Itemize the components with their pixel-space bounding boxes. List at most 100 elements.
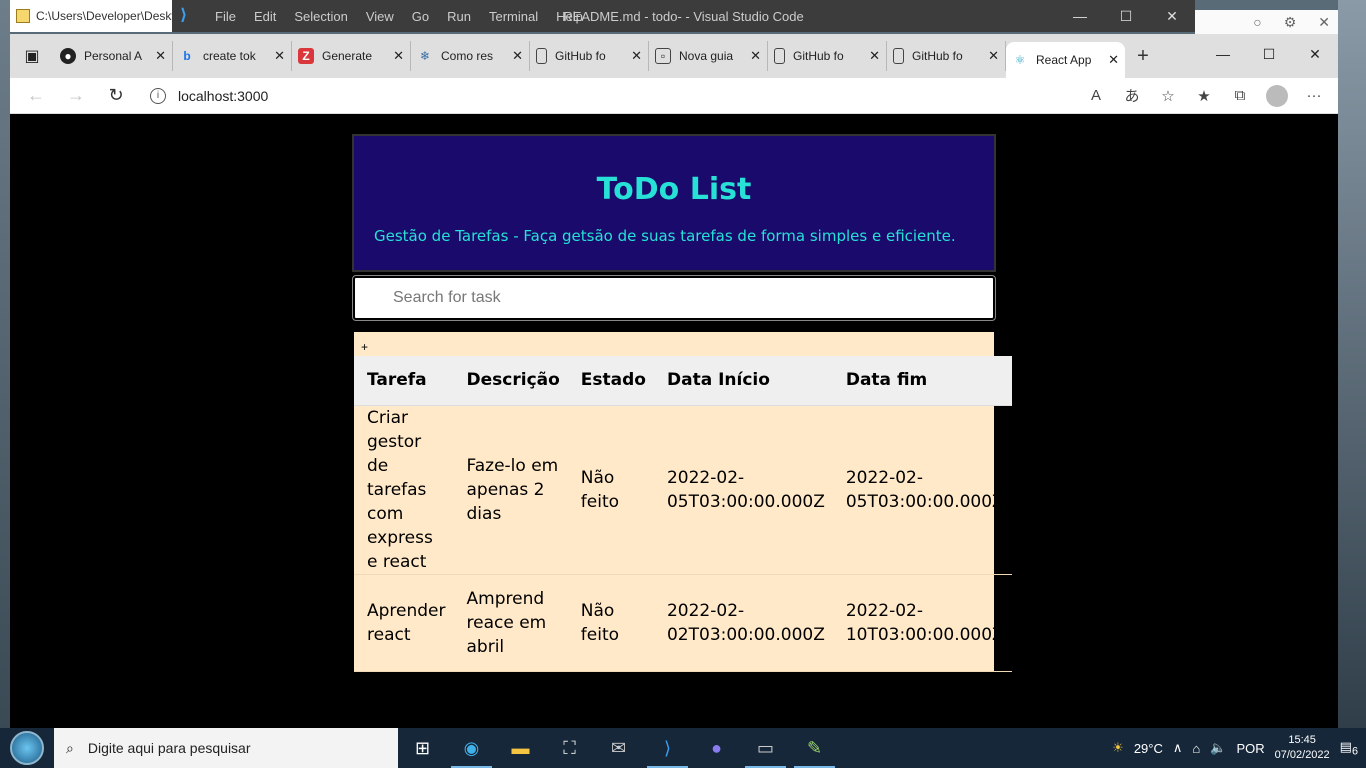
tab-label: GitHub fo <box>912 49 963 63</box>
page-subtitle: Gestão de Tarefas - Faça getsão de suas … <box>374 227 956 245</box>
more-options-icon[interactable]: ··· <box>1296 87 1332 104</box>
tab-close-icon[interactable]: ✕ <box>393 48 404 64</box>
clock[interactable]: 15:45 07/02/2022 <box>1275 733 1330 763</box>
close-icon[interactable]: ✕ <box>1318 14 1330 31</box>
tab-close-icon[interactable]: ✕ <box>988 48 999 64</box>
column-header-tarefa: Tarefa <box>354 356 454 406</box>
vscode-menu-selection[interactable]: Selection <box>285 9 356 24</box>
table-header-row: Tarefa Descrição Estado Data Início Data… <box>354 356 1012 406</box>
favorites-icon[interactable]: ★ <box>1186 87 1222 105</box>
column-header-data-fim: Data fim <box>832 356 1012 406</box>
back-arrow-icon[interactable]: ← <box>16 85 56 106</box>
tab-label: GitHub fo <box>555 49 606 63</box>
table-row[interactable]: Criar gestor de tarefas com express e re… <box>354 405 1012 575</box>
close-icon[interactable]: ✕ <box>1292 34 1338 74</box>
table-row[interactable]: Aprender react Amprend reace em abril Nã… <box>354 574 1012 672</box>
clock-date: 07/02/2022 <box>1274 749 1330 761</box>
vscode-menu-run[interactable]: Run <box>438 9 480 24</box>
collections-icon[interactable]: ⧉ <box>1222 87 1258 104</box>
tab-github-1[interactable]: GitHub fo ✕ <box>530 41 649 71</box>
language-indicator[interactable]: POR <box>1236 741 1264 756</box>
search-icon[interactable]: ○ <box>1253 14 1261 30</box>
read-aloud-icon[interactable]: A <box>1078 87 1114 104</box>
clock-time: 15:45 <box>1288 734 1316 746</box>
task-view-icon[interactable]: ⊞ <box>398 728 447 768</box>
refresh-icon[interactable]: ↻ <box>96 85 136 106</box>
vscode-menu-file[interactable]: File <box>206 9 245 24</box>
url-input[interactable]: i localhost:3000 <box>136 81 1078 111</box>
tab-github-3[interactable]: GitHub fo ✕ <box>887 41 1006 71</box>
page-icon <box>774 48 785 64</box>
profile-avatar[interactable] <box>1266 84 1288 107</box>
background-window[interactable]: ○ ⚙ ✕ <box>1195 10 1338 34</box>
vscode-menu-terminal[interactable]: Terminal <box>480 9 547 24</box>
minimize-icon[interactable]: — <box>1200 34 1246 74</box>
tasks-panel: + Tarefa Descrição Estado Data Início Da… <box>354 332 1012 672</box>
add-task-button[interactable]: + <box>354 332 994 356</box>
weather-temperature[interactable]: 29°C <box>1134 741 1163 756</box>
taskbar-search-box[interactable]: ⌕ Digite aqui para pesquisar <box>54 728 398 768</box>
chevron-up-icon[interactable]: ∧ <box>1173 740 1183 756</box>
search-input[interactable] <box>352 275 996 321</box>
vscode-taskbar-icon[interactable]: ⟩ <box>643 728 692 768</box>
vscode-close-icon[interactable]: ✕ <box>1149 0 1195 32</box>
tab-close-icon[interactable]: ✕ <box>155 48 166 64</box>
volume-icon[interactable]: 🔈 <box>1210 740 1226 756</box>
notepad-window-title[interactable]: C:\Users\Developer\Desktop <box>10 0 172 32</box>
page-content: ToDo List Gestão de Tarefas - Faça getsã… <box>10 114 1338 728</box>
taskbar-search-placeholder: Digite aqui para pesquisar <box>87 740 251 756</box>
tab-generate[interactable]: Z Generate ✕ <box>292 41 411 71</box>
header-card: ToDo List Gestão de Tarefas - Faça getsã… <box>352 134 996 272</box>
tab-create-token[interactable]: b create tok ✕ <box>173 41 292 71</box>
notepad-icon <box>16 9 30 23</box>
app-icon-purple[interactable]: ● <box>692 728 741 768</box>
tab-github-2[interactable]: GitHub fo ✕ <box>768 41 887 71</box>
windows-taskbar: ⌕ Digite aqui para pesquisar ⊞ ◉ ▬ ⛶ ✉ ⟩… <box>0 728 1366 768</box>
tab-close-icon[interactable]: ✕ <box>274 48 285 64</box>
add-favorite-icon[interactable]: ☆ <box>1150 87 1186 105</box>
vscode-menu-go[interactable]: Go <box>403 9 438 24</box>
vscode-menu-view[interactable]: View <box>357 9 403 24</box>
notification-icon[interactable]: ▤6 <box>1340 739 1358 758</box>
vscode-titlebar[interactable]: ⟩ File Edit Selection View Go Run Termin… <box>172 0 1195 32</box>
terminal-icon[interactable]: ▭ <box>741 728 790 768</box>
new-tab-button[interactable]: + <box>1125 45 1161 68</box>
forward-arrow-icon[interactable]: → <box>56 85 96 106</box>
notepad-taskbar-icon[interactable]: ✎ <box>790 728 839 768</box>
edge-icon[interactable]: ◉ <box>447 728 496 768</box>
maximize-icon[interactable]: ☐ <box>1246 34 1292 74</box>
tab-react-app[interactable]: ⚛ React App ✕ <box>1006 42 1125 78</box>
tab-close-icon[interactable]: ✕ <box>631 48 642 64</box>
weather-icon[interactable]: ☀ <box>1112 740 1124 756</box>
tab-close-icon[interactable]: ✕ <box>1108 52 1119 68</box>
github-icon: ● <box>60 48 76 64</box>
tab-como-resolver[interactable]: ❄ Como res ✕ <box>411 41 530 71</box>
desktop-background-left <box>0 0 10 728</box>
tab-nova-guia[interactable]: ▫ Nova guia ✕ <box>649 41 768 71</box>
vscode-maximize-icon[interactable]: ☐ <box>1103 0 1149 32</box>
tab-label: Generate <box>322 49 373 63</box>
tab-actions-icon[interactable]: ▣ <box>10 46 54 66</box>
tab-close-icon[interactable]: ✕ <box>869 48 880 64</box>
file-explorer-icon[interactable]: ▬ <box>496 728 545 768</box>
info-icon[interactable]: i <box>150 87 166 104</box>
mail-icon[interactable]: ✉ <box>594 728 643 768</box>
cell-data-fim: 2022-02-10T03:00:00.000Z <box>832 574 1012 672</box>
column-header-estado: Estado <box>567 356 654 406</box>
tab-close-icon[interactable]: ✕ <box>750 48 761 64</box>
bing-icon: b <box>183 49 191 63</box>
vscode-menu-help[interactable]: Help <box>547 9 592 24</box>
page-icon <box>893 48 904 64</box>
vscode-menu-edit[interactable]: Edit <box>245 9 285 24</box>
gear-icon[interactable]: ⚙ <box>1284 14 1297 31</box>
vscode-minimize-icon[interactable]: — <box>1057 0 1103 32</box>
store-icon[interactable]: ⛶ <box>545 728 594 768</box>
react-icon: ⚛ <box>1014 53 1026 67</box>
start-button[interactable] <box>0 728 54 768</box>
tab-label: GitHub fo <box>793 49 844 63</box>
network-icon[interactable]: ⌂ <box>1192 741 1200 756</box>
windows-logo-icon <box>10 731 44 765</box>
tab-personal-access[interactable]: ● Personal A ✕ <box>54 41 173 71</box>
translate-icon[interactable]: あ <box>1114 85 1150 106</box>
tab-close-icon[interactable]: ✕ <box>512 48 523 64</box>
